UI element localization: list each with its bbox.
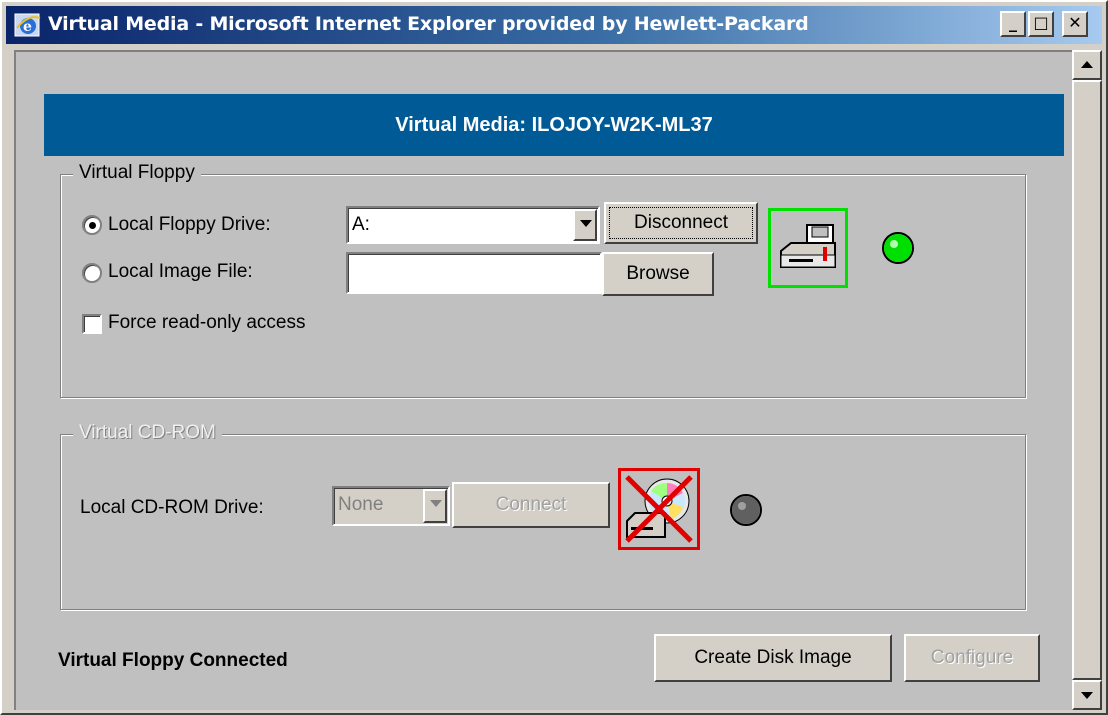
floppy-drive-status-frame — [768, 208, 848, 288]
cdrom-drive-value: None — [338, 494, 384, 515]
browse-button-label: Browse — [626, 263, 690, 284]
scroll-up-button[interactable] — [1072, 50, 1102, 80]
close-icon: ✕ — [1068, 13, 1082, 32]
internet-explorer-icon: e — [14, 13, 41, 37]
local-image-file-label: Local Image File: — [108, 261, 253, 282]
local-cdrom-drive-label: Local CD-ROM Drive: — [80, 497, 264, 518]
radio-selected-dot — [89, 222, 96, 229]
connect-button-label: Connect — [495, 494, 567, 515]
cdrom-drive-status-frame — [618, 468, 700, 550]
connect-button[interactable]: Connect — [452, 482, 610, 528]
connection-status-text: Virtual Floppy Connected — [58, 650, 288, 671]
page-title: Virtual Media: ILOJOY-W2K-ML37 — [44, 94, 1064, 156]
scroll-down-button[interactable] — [1072, 680, 1102, 710]
floppy-status-indicator — [882, 232, 914, 264]
scrollbar-thumb[interactable] — [1072, 80, 1102, 680]
disconnect-button[interactable]: Disconnect — [604, 202, 758, 244]
configure-button[interactable]: Configure — [904, 634, 1040, 682]
browse-button[interactable]: Browse — [602, 252, 714, 296]
maximize-icon: □ — [1033, 13, 1049, 32]
close-button[interactable]: ✕ — [1062, 11, 1088, 37]
cdrom-status-indicator — [730, 494, 762, 526]
virtual-floppy-legend: Virtual Floppy — [73, 162, 201, 184]
local-floppy-drive-radio[interactable] — [82, 215, 102, 235]
ie-window: e Virtual Media - Microsoft Internet Exp… — [0, 0, 1108, 715]
configure-label: Configure — [930, 647, 1014, 668]
minimize-button[interactable]: _ — [1000, 11, 1026, 37]
local-floppy-drive-label: Local Floppy Drive: — [108, 214, 271, 235]
chevron-down-icon[interactable] — [423, 489, 447, 523]
force-readonly-label: Force read-only access — [108, 312, 306, 333]
minimize-icon: _ — [1009, 13, 1017, 32]
floppy-drive-value: A: — [352, 214, 370, 235]
force-readonly-checkbox[interactable] — [82, 314, 102, 334]
floppy-status-led-icon — [884, 234, 912, 262]
title-bar[interactable]: e Virtual Media - Microsoft Internet Exp… — [6, 6, 1102, 44]
disconnect-button-label: Disconnect — [634, 212, 728, 233]
image-file-input[interactable] — [346, 252, 602, 294]
floppy-drive-icon — [780, 224, 836, 268]
create-disk-image-button[interactable]: Create Disk Image — [654, 634, 892, 682]
arrow-down-icon — [1081, 692, 1093, 699]
chevron-down-icon[interactable] — [573, 209, 597, 241]
arrow-up-icon — [1081, 61, 1093, 68]
virtual-cdrom-legend: Virtual CD-ROM — [73, 422, 222, 444]
cdrom-status-led-icon — [732, 496, 760, 524]
maximize-button[interactable]: □ — [1028, 11, 1054, 37]
window-title: Virtual Media - Microsoft Internet Explo… — [48, 13, 809, 35]
create-disk-image-label: Create Disk Image — [694, 647, 852, 668]
floppy-drive-select[interactable]: A: — [346, 206, 600, 244]
cdrom-drive-select[interactable]: None — [332, 486, 450, 526]
page-content: Virtual Media: ILOJOY-W2K-ML37 Virtual F… — [14, 50, 1072, 710]
vertical-scrollbar[interactable] — [1072, 50, 1102, 710]
local-image-file-radio[interactable] — [82, 263, 102, 283]
cdrom-drive-disabled-icon — [625, 475, 693, 543]
